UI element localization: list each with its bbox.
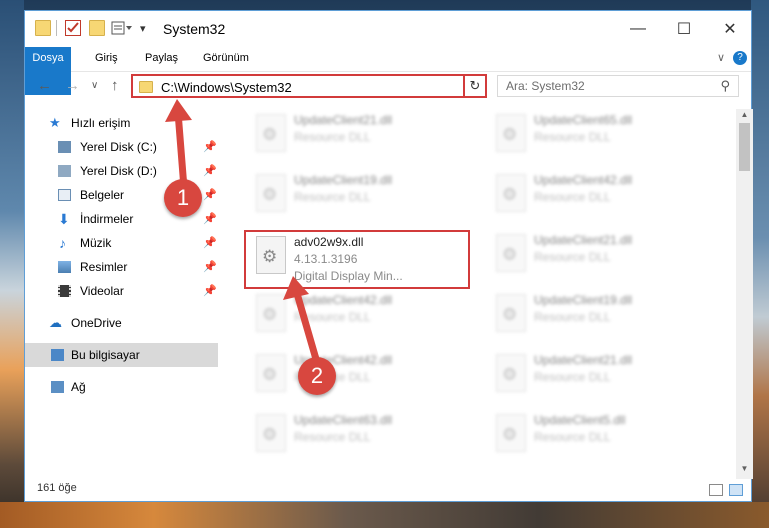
arrow-1	[174, 108, 188, 192]
callout-1: 1	[164, 179, 202, 217]
annotation-arrows	[165, 99, 322, 370]
callout-2: 2	[298, 357, 336, 395]
arrow-2-head	[283, 276, 309, 300]
arrow-2	[292, 286, 322, 370]
arrow-1-head	[165, 99, 192, 122]
